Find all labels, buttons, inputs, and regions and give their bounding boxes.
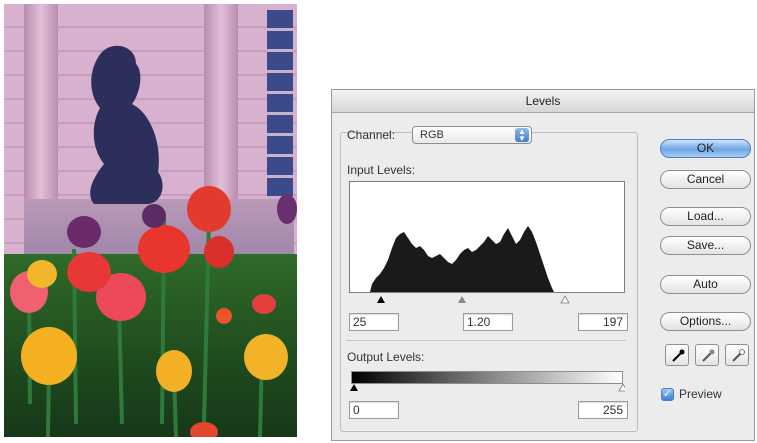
levels-dialog: Levels Channel: RGB ▲▼ Input Levels: Out… — [331, 89, 755, 441]
preview-label: Preview — [679, 387, 722, 401]
input-slider-track[interactable] — [349, 295, 625, 305]
white-eyedropper-icon[interactable] — [725, 344, 749, 366]
output-slider-track[interactable] — [349, 384, 625, 394]
channel-select-value: RGB — [420, 129, 444, 141]
input-black-field[interactable] — [349, 313, 399, 331]
gray-eyedropper-icon[interactable] — [695, 344, 719, 366]
black-eyedropper-icon[interactable] — [665, 344, 689, 366]
channel-select[interactable]: RGB ▲ ▼ — [412, 126, 532, 144]
input-gamma-slider[interactable] — [458, 296, 466, 303]
input-white-slider[interactable] — [560, 295, 570, 304]
auto-button[interactable]: Auto — [660, 275, 751, 294]
output-white-slider[interactable] — [618, 384, 625, 392]
output-gradient-bar — [351, 371, 623, 384]
histogram-graph — [370, 226, 554, 292]
input-levels-label: Input Levels: — [347, 163, 416, 177]
output-levels-label: Output Levels: — [347, 350, 425, 364]
preview-checkbox[interactable]: ✓ — [661, 388, 674, 401]
divider — [346, 340, 626, 341]
options-button[interactable]: Options... — [660, 312, 751, 331]
output-black-slider[interactable] — [350, 384, 358, 391]
tulip-photo — [4, 4, 297, 437]
input-white-field[interactable] — [578, 313, 628, 331]
output-black-field[interactable] — [349, 401, 399, 419]
load-button[interactable]: Load... — [660, 207, 751, 226]
input-gamma-field[interactable] — [463, 313, 513, 331]
input-black-slider[interactable] — [377, 296, 385, 303]
ok-button[interactable]: OK — [660, 139, 751, 158]
save-button[interactable]: Save... — [660, 236, 751, 255]
tulip-flowers — [10, 186, 297, 437]
dialog-title: Levels — [332, 90, 754, 113]
output-white-field[interactable] — [578, 401, 628, 419]
channel-label: Channel: — [347, 128, 396, 142]
histogram — [349, 181, 625, 293]
select-arrows-icon: ▲ ▼ — [515, 128, 529, 143]
cancel-button[interactable]: Cancel — [660, 170, 751, 189]
